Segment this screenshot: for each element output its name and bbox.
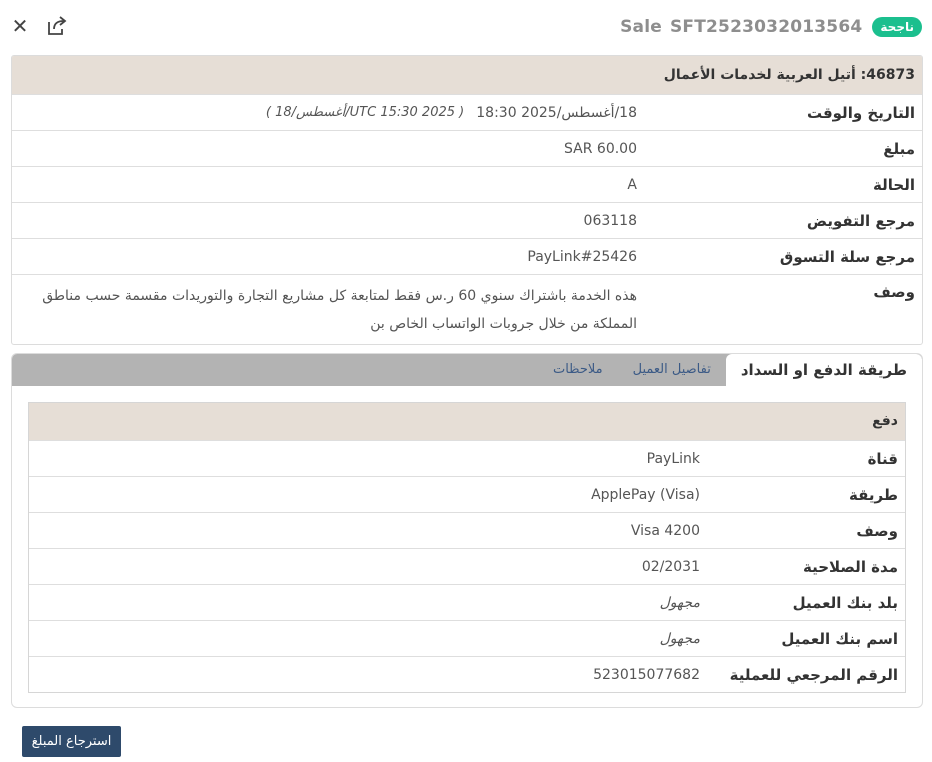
tab-customer-details[interactable]: تفاصيل العميل	[618, 354, 726, 386]
merchant-title: 46873: أتيل العربية لخدمات الأعمال	[12, 56, 922, 94]
payment-label: وصف	[856, 521, 898, 540]
payment-row-bank-name: اسم بنك العميل مجهول	[29, 620, 905, 656]
detail-value: A	[627, 176, 637, 193]
payment-label: الرقم المرجعي للعملية	[729, 665, 898, 684]
transaction-id: SFT2523032013564	[669, 17, 863, 37]
detail-value: 063118	[583, 212, 637, 229]
status-badge: ناجحة	[872, 17, 922, 37]
detail-row-datetime: التاريخ والوقت 18/أغسطس/2025 18:30 ( UTC…	[12, 94, 922, 130]
detail-label: التاريخ والوقت	[806, 103, 915, 122]
transaction-type: Sale	[620, 17, 662, 37]
detail-row-auth-ref: مرجع التفويض 063118	[12, 202, 922, 238]
tab-bar: طريقة الدفع او السداد تفاصيل العميل ملاح…	[12, 354, 922, 386]
page-title: Sale SFT2523032013564	[620, 17, 862, 37]
payment-row-method: طريقة ApplePay (Visa)	[29, 476, 905, 512]
detail-label: مرجع التفويض	[806, 211, 915, 230]
detail-row-description: وصف هذه الخدمة باشتراك سنوي 60 ر.س فقط ل…	[12, 274, 922, 344]
payment-row-reference: الرقم المرجعي للعملية 523015077682	[29, 656, 905, 692]
detail-label: وصف	[873, 283, 915, 301]
detail-value: SAR 60.00	[564, 140, 637, 157]
tab-notes[interactable]: ملاحظات	[538, 354, 618, 386]
payment-row-channel: قناة PayLink	[29, 440, 905, 476]
tab-payment-method[interactable]: طريقة الدفع او السداد	[725, 354, 922, 386]
share-icon[interactable]	[45, 15, 69, 37]
payment-label: اسم بنك العميل	[781, 629, 898, 648]
payment-value: مجهول	[659, 630, 700, 647]
detail-row-status: الحالة A	[12, 166, 922, 202]
close-icon[interactable]: ✕	[10, 16, 30, 36]
title-group: Sale SFT2523032013564 ناجحة	[620, 14, 922, 40]
payment-row-description: وصف Visa 4200	[29, 512, 905, 548]
datetime-local: 18/أغسطس/2025 18:30	[476, 104, 637, 121]
payment-label: طريقة	[849, 485, 898, 504]
detail-value: هذه الخدمة باشتراك سنوي 60 ر.س فقط لمتاب…	[42, 288, 637, 332]
payment-value: مجهول	[659, 594, 700, 611]
detail-label: مبلغ	[883, 139, 915, 158]
detail-label: مرجع سلة التسوق	[779, 247, 915, 266]
transaction-details-card: 46873: أتيل العربية لخدمات الأعمال التار…	[11, 55, 923, 345]
detail-row-amount: مبلغ SAR 60.00	[12, 130, 922, 166]
payment-label: مدة الصلاحية	[802, 557, 898, 576]
payment-label: قناة	[867, 449, 898, 468]
payment-section-title: دفع	[29, 403, 905, 440]
payment-row-expiry: مدة الصلاحية 02/2031	[29, 548, 905, 584]
payment-details-table: دفع قناة PayLink طريقة ApplePay (Visa) و…	[28, 402, 906, 693]
payment-label: بلد بنك العميل	[792, 593, 898, 612]
detail-value: PayLink#25426	[527, 248, 637, 265]
payment-value: ApplePay (Visa)	[591, 486, 700, 503]
tabs-panel: طريقة الدفع او السداد تفاصيل العميل ملاح…	[11, 353, 923, 708]
modal-header: ✕ Sale SFT2523032013564 ناجحة	[0, 0, 932, 54]
refund-button[interactable]: استرجاع المبلغ	[22, 726, 121, 757]
detail-row-cart-ref: مرجع سلة التسوق PayLink#25426	[12, 238, 922, 274]
payment-value: 523015077682	[593, 666, 700, 683]
payment-value: PayLink	[646, 450, 700, 467]
payment-value: 02/2031	[641, 558, 700, 575]
payment-row-bank-country: بلد بنك العميل مجهول	[29, 584, 905, 620]
detail-label: الحالة	[873, 175, 915, 194]
datetime-utc: ( UTC 15:30 2025/أغسطس/18 )	[265, 104, 465, 120]
detail-value: 18/أغسطس/2025 18:30 ( UTC 15:30 2025/أغس…	[12, 95, 637, 130]
payment-value: Visa 4200	[630, 522, 700, 539]
